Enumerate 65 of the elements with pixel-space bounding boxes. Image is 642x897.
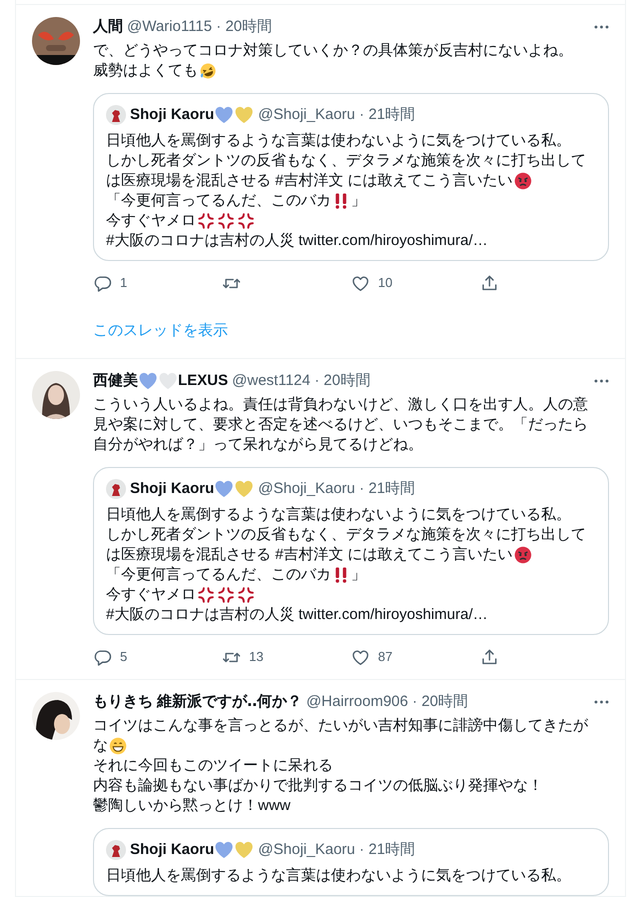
quoted-text: #大阪のコロナは吉村の人災 twitter.com/hiroyoshimura/…	[106, 231, 488, 251]
tweet-text: こういう人いるよね。責任は背負わないけど、激しく口を出す人。人の意	[93, 395, 588, 415]
laughing-face-icon	[199, 62, 217, 80]
anger-symbol-icon	[237, 586, 255, 604]
reply-button[interactable]: 1	[93, 273, 222, 293]
quoted-text: 」	[351, 565, 366, 585]
tweet-text: 威勢はよくても	[93, 61, 198, 81]
tweet-text: 鬱陶しいから黙っとけ！www	[93, 796, 290, 816]
quoted-text: #大阪のコロナは吉村の人災 twitter.com/hiroyoshimura/…	[106, 605, 488, 625]
anger-symbol-icon	[217, 586, 235, 604]
tweet-text: それに今回もこのツイートに呆れる	[93, 756, 333, 776]
anger-symbol-icon	[237, 212, 255, 230]
like-icon	[351, 648, 370, 666]
author-handle: @Wario1115 · 20時間	[127, 17, 272, 37]
quoted-text: 今すぐヤメロ	[106, 211, 196, 231]
angry-face-icon	[514, 172, 532, 190]
tweet-text: で、どうやってコロナ対策していくか？の具体策が反吉村にないよね。	[93, 41, 573, 61]
quoted-text: 日頃他人を罵倒するような言葉は使わないように気をつけている私。	[106, 505, 571, 525]
author-name: 人間	[93, 17, 123, 37]
tweet-text: コイツはこんな事を言っとるが、たいがい吉村知事に誹謗中傷してきたが	[93, 716, 588, 736]
tweet-text: 自分がやれば？」って呆れながら見てるけどね。	[93, 435, 423, 455]
anger-symbol-icon	[217, 212, 235, 230]
reply-icon	[93, 648, 112, 666]
anger-symbol-icon	[197, 586, 215, 604]
retweet-button[interactable]: 13	[222, 647, 351, 667]
quoted-text: 「今更何言ってるんだ、このバカ	[106, 565, 331, 585]
share-icon	[480, 648, 499, 666]
author-name: 西健美	[93, 371, 138, 391]
quoted-text: 「今更何言ってるんだ、このバカ	[106, 191, 331, 211]
quoted-author-name: Shoji Kaoru	[130, 479, 214, 499]
more-icon[interactable]	[594, 700, 609, 704]
quoted-author-name: Shoji Kaoru	[130, 105, 214, 125]
author-handle: @west1124 · 20時間	[232, 371, 370, 391]
reply-button[interactable]: 5	[93, 647, 222, 667]
like-button[interactable]: 87	[351, 647, 480, 667]
quoted-author-handle: @Shoji_Kaoru · 21時間	[258, 479, 416, 499]
tweet-text: 見や案に対して、要求と否定を述べるけど、いつもそこまで。「だったら	[93, 415, 588, 435]
reply-icon	[93, 274, 112, 292]
quoted-text: しかし死者ダントツの反省もなく、デタラメな施策を次々に打ち出して	[106, 525, 586, 545]
quoted-text: 今すぐヤメロ	[106, 585, 196, 605]
author-name: LEXUS	[178, 371, 228, 391]
quoted-text: は医療現場を混乱させる #吉村洋文 には敢えてこう言いたい	[106, 171, 513, 191]
angry-face-icon	[514, 546, 532, 564]
quoted-author-handle: @Shoji_Kaoru · 21時間	[258, 840, 416, 860]
quoted-tweet-card[interactable]: Shoji Kaoru @Shoji_Kaoru · 21時間 日頃他人を罵倒するような言葉は使わないように気をつけている私。 しかし死者ダントツの反省もなく、デタラメな施策を次々に打ち出して は医療現場を混乱させる #吉村洋文 には敢えてこう言いたい 「今更何言ってるんだ、このバカ 」 今すぐヤメロ #大阪のコロナは吉村の人災 twitter.com/hiroyoshimura/…	[93, 93, 609, 261]
quoted-author-name: Shoji Kaoru	[130, 840, 214, 860]
like-button[interactable]: 10	[351, 273, 480, 293]
quoted-text: 日頃他人を罵倒するような言葉は使わないように気をつけている私。	[106, 131, 571, 151]
like-icon	[351, 274, 370, 292]
quoted-tweet-card[interactable]: Shoji Kaoru @Shoji_Kaoru · 21時間 日頃他人を罵倒するような言葉は使わないように気をつけている私。 しかし死者ダントツの反省もなく、デタラメな施策を次々に打ち出して は医療現場を混乱させる #吉村洋文 には敢えてこう言いたい 「今更何言ってるんだ、このバカ 」 今すぐヤメロ #大阪のコロナは吉村の人災 twitter.com/hiroyoshimura/…	[93, 467, 609, 635]
author-handle: @Hairroom906 · 20時間	[306, 692, 468, 712]
quoted-text: は医療現場を混乱させる #吉村洋文 には敢えてこう言いたい	[106, 545, 513, 565]
quoted-tweet-card[interactable]: Shoji Kaoru @Shoji_Kaoru · 21時間 日頃他人を罵倒するような言葉は使わないように気をつけている私。	[93, 828, 609, 896]
more-icon[interactable]	[594, 25, 609, 29]
tweet-text: な	[93, 736, 108, 756]
more-icon[interactable]	[594, 379, 609, 383]
quoted-author-handle: @Shoji_Kaoru · 21時間	[258, 105, 416, 125]
anger-symbol-icon	[197, 212, 215, 230]
quoted-text: 」	[351, 191, 366, 211]
share-icon	[480, 274, 499, 292]
quoted-text: 日頃他人を罵倒するような言葉は使わないように気をつけている私。	[106, 866, 571, 886]
grinning-face-icon	[109, 737, 127, 755]
author-name: もりきち 維新派ですが‥何か？	[93, 692, 302, 712]
quoted-text: しかし死者ダントツの反省もなく、デタラメな施策を次々に打ち出して	[106, 151, 586, 171]
tweet-text: 内容も論拠もない事ばかりで批判するコイツの低脳ぶり発揮やな！	[93, 776, 543, 796]
